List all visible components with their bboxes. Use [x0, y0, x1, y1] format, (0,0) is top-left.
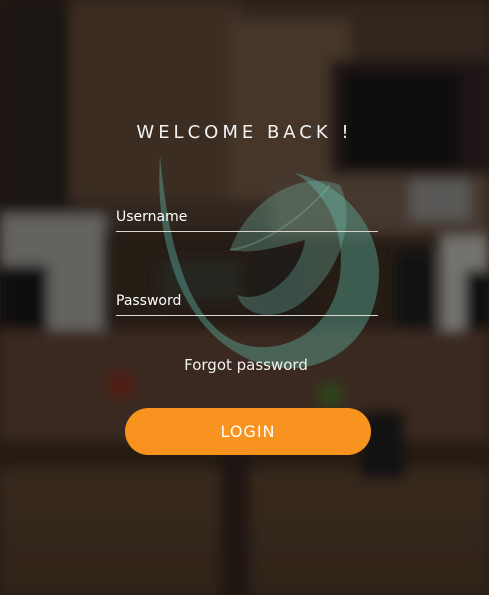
leaf-swirl-logo-icon — [159, 155, 380, 369]
password-input[interactable] — [116, 286, 378, 316]
login-button[interactable]: LOGIN — [125, 408, 371, 455]
welcome-heading: WELCOME BACK ! — [136, 122, 353, 143]
username-field — [116, 202, 378, 234]
forgot-password-link[interactable]: Forgot password — [0, 356, 489, 374]
username-input[interactable] — [116, 202, 378, 232]
password-field — [116, 286, 378, 318]
